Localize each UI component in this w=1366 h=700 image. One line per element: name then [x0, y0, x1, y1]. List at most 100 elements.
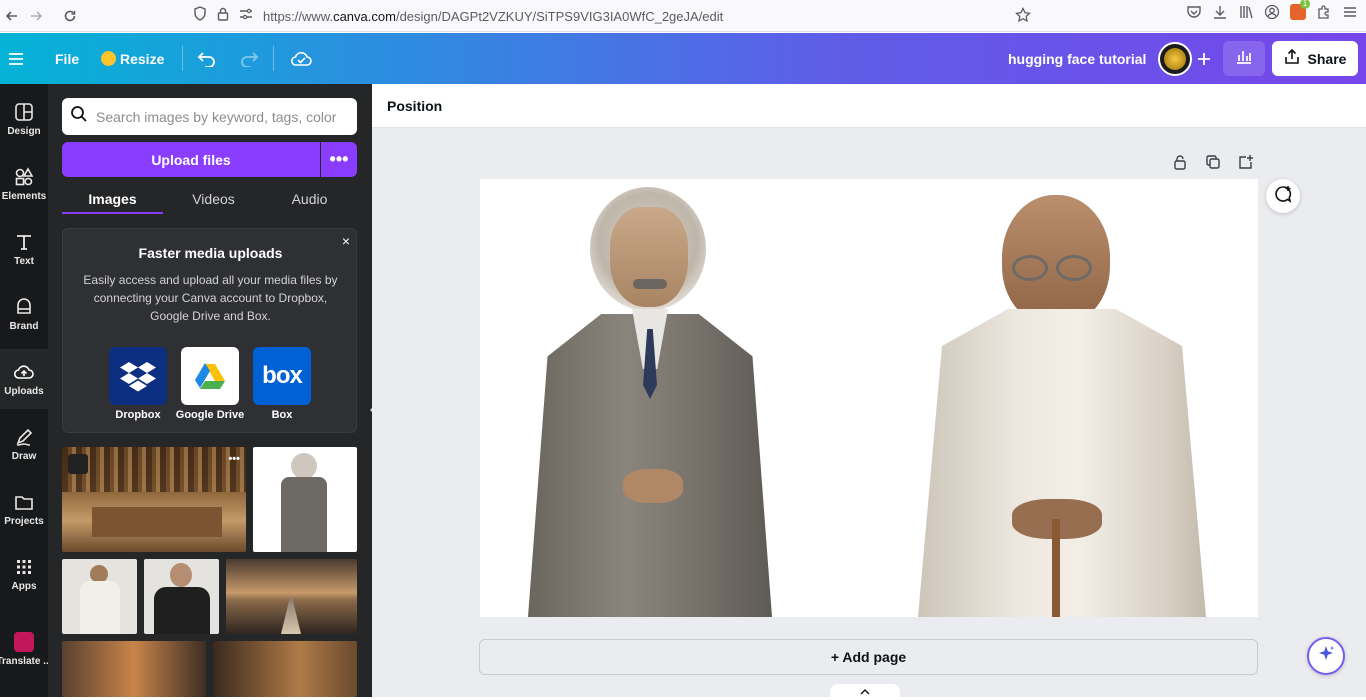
- lock-icon[interactable]: [217, 7, 229, 26]
- sidebar-item-label: Elements: [1, 190, 47, 202]
- dropbox-connect[interactable]: Dropbox: [108, 347, 168, 421]
- google-drive-connect[interactable]: Google Drive: [176, 347, 244, 421]
- magic-assistant-button[interactable]: [1307, 637, 1345, 675]
- design-icon: [15, 102, 33, 121]
- browser-toolbar: https://www.canva.com/design/DAGPt2VZKUY…: [0, 0, 1366, 32]
- tab-videos[interactable]: Videos: [163, 184, 264, 214]
- sidebar-item-uploads[interactable]: Uploads: [0, 349, 48, 409]
- share-button[interactable]: Share: [1272, 41, 1358, 76]
- share-label: Share: [1307, 50, 1347, 67]
- canvas-workspace: Position + Add page: [372, 84, 1366, 697]
- resize-button[interactable]: Resize: [101, 33, 164, 84]
- service-label: Box: [271, 409, 293, 421]
- sidebar-item-brand[interactable]: Brand: [0, 284, 48, 344]
- more-options-button[interactable]: •••: [321, 142, 357, 177]
- select-checkbox[interactable]: [68, 454, 88, 474]
- elements-icon: [15, 166, 34, 185]
- pocket-icon[interactable]: [1186, 4, 1202, 25]
- url-text: https://www.canva.com/design/DAGPt2VZKUY…: [263, 8, 724, 24]
- more-icon[interactable]: •••: [228, 453, 240, 465]
- bookmark-star-icon[interactable]: [1015, 6, 1031, 28]
- uploaded-image-library[interactable]: •••: [62, 447, 246, 552]
- upload-files-button[interactable]: Upload files: [62, 142, 320, 177]
- library-icon[interactable]: [1238, 4, 1254, 25]
- add-page-icon[interactable]: [1238, 154, 1254, 175]
- search-icon: [70, 105, 88, 128]
- tab-audio[interactable]: Audio: [259, 184, 360, 214]
- shield-icon[interactable]: [193, 6, 207, 26]
- resize-label: Resize: [120, 50, 165, 67]
- uploaded-image-road[interactable]: [226, 559, 357, 634]
- sidebar-item-projects[interactable]: Projects: [0, 479, 48, 539]
- comment-button[interactable]: [1266, 179, 1300, 213]
- design-page[interactable]: [480, 179, 1258, 617]
- extension-badge-count: 1: [1300, 0, 1310, 9]
- search-box[interactable]: [62, 98, 357, 135]
- sidebar-item-text[interactable]: Text: [0, 219, 48, 279]
- sidebar-item-translate[interactable]: Translate ...: [0, 619, 52, 679]
- folder-icon: [15, 495, 33, 510]
- pen-icon: [16, 428, 33, 446]
- address-bar[interactable]: https://www.canva.com/design/DAGPt2VZKUY…: [193, 3, 1043, 29]
- add-page-button[interactable]: + Add page: [479, 639, 1258, 675]
- sidebar-item-label: Uploads: [4, 385, 44, 397]
- cloud-saved-icon[interactable]: [290, 33, 312, 84]
- sidebar-item-label: Translate ...: [0, 655, 52, 667]
- sidebar-rail: Design Elements Text Brand Uploads Draw …: [0, 84, 52, 697]
- back-icon[interactable]: [0, 4, 24, 28]
- puzzle-icon[interactable]: [1316, 4, 1332, 25]
- file-menu[interactable]: File: [55, 33, 79, 84]
- sidebar-item-label: Projects: [4, 515, 44, 527]
- dropbox-icon: [109, 347, 167, 405]
- uploaded-image-man-glasses[interactable]: [144, 559, 219, 634]
- extension-badge-icon[interactable]: 1: [1290, 0, 1310, 20]
- box-connect[interactable]: box Box: [252, 347, 312, 421]
- service-label: Dropbox: [115, 409, 161, 421]
- faster-uploads-card: × Faster media uploads Easily access and…: [62, 228, 357, 433]
- sidebar-item-label: Draw: [11, 450, 37, 462]
- show-pages-handle[interactable]: [830, 684, 900, 697]
- permissions-icon[interactable]: [239, 7, 253, 25]
- uploaded-image-gandhi[interactable]: [62, 559, 137, 634]
- position-button[interactable]: Position: [387, 98, 442, 114]
- active-tab-indicator: [62, 212, 163, 214]
- add-comment-icon: [1274, 185, 1292, 208]
- forward-icon[interactable]: [24, 4, 48, 28]
- search-input[interactable]: [96, 108, 336, 125]
- lock-page-icon[interactable]: [1172, 154, 1188, 175]
- einstein-image[interactable]: [528, 179, 772, 617]
- hamburger-menu-icon[interactable]: [8, 33, 24, 84]
- apps-grid-icon: [17, 559, 31, 574]
- design-title[interactable]: hugging face tutorial: [1008, 33, 1146, 84]
- uploaded-image-einstein[interactable]: [253, 447, 357, 552]
- sidebar-item-design[interactable]: Design: [0, 89, 48, 149]
- box-icon: box: [253, 347, 311, 405]
- duplicate-page-icon[interactable]: [1205, 154, 1221, 175]
- brand-icon: [17, 297, 31, 314]
- sidebar-item-elements[interactable]: Elements: [0, 154, 48, 214]
- uploaded-image-worker[interactable]: [62, 641, 206, 697]
- avatar[interactable]: [1158, 33, 1192, 84]
- tab-images[interactable]: Images: [62, 184, 163, 214]
- sidebar-item-apps[interactable]: Apps: [0, 544, 48, 604]
- uploaded-image-hands[interactable]: [213, 641, 357, 697]
- editor-header: File Resize hugging face tutorial Share: [0, 33, 1366, 84]
- sidebar-item-label: Text: [14, 255, 34, 267]
- menu-icon[interactable]: [1342, 4, 1358, 25]
- divider: [182, 46, 183, 71]
- account-icon[interactable]: [1264, 4, 1280, 25]
- insights-button[interactable]: [1223, 41, 1265, 76]
- gandhi-image[interactable]: [912, 179, 1212, 617]
- cloud-upload-icon: [14, 364, 34, 379]
- crown-icon: [101, 51, 116, 66]
- translate-app-icon: [14, 631, 34, 652]
- promo-description: Easily access and upload all your media …: [83, 273, 338, 323]
- sidebar-item-draw[interactable]: Draw: [0, 414, 48, 474]
- redo-icon[interactable]: [239, 33, 259, 84]
- promo-title: Faster media uploads: [138, 245, 283, 261]
- download-icon[interactable]: [1212, 4, 1228, 25]
- undo-icon[interactable]: [197, 33, 217, 84]
- sparkle-icon: [1316, 644, 1336, 669]
- add-collaborator-icon[interactable]: [1197, 33, 1211, 84]
- reload-icon[interactable]: [58, 4, 82, 28]
